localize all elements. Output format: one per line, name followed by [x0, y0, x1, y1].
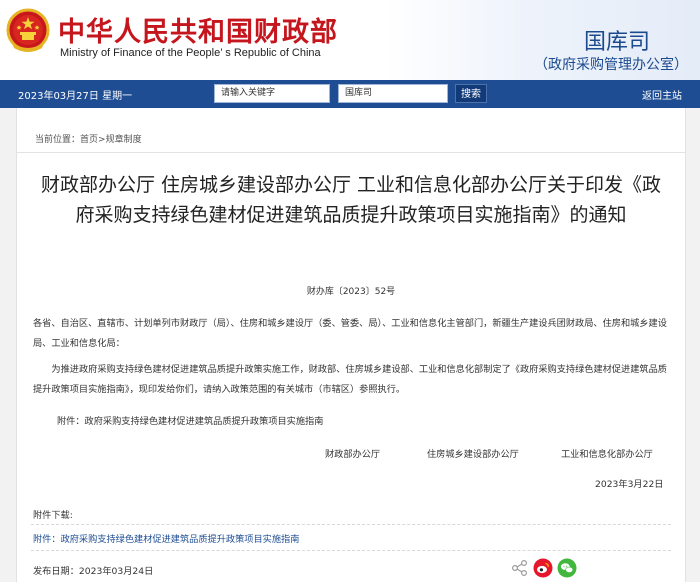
share-bar	[511, 558, 577, 582]
article-title: 财政部办公厅 住房城乡建设部办公厅 工业和信息化部办公厅关于印发《政府采购支持绿…	[40, 174, 662, 226]
breadcrumb-prefix: 当前位置：	[35, 135, 81, 145]
department-subtitle: （政府采购管理办公室）	[534, 57, 688, 73]
search-input[interactable]: 请输入关键字	[214, 84, 330, 103]
attachment-note: 附件：政府采购支持绿色建材促进建筑品质提升政策项目实施指南	[57, 416, 324, 427]
site-title-en: Ministry of Finance of the People’ s Rep…	[60, 47, 321, 59]
document-number: 财办库〔2023〕52号	[306, 287, 396, 297]
article-body: 为推进政府采购支持绿色建材促进建筑品质提升政策实施工作，财政部、住房城乡建设部、…	[33, 364, 667, 395]
downloads-divider	[31, 524, 671, 525]
sign-date: 2023年3月22日	[595, 479, 664, 490]
publish-date: 发布日期：2023年03月24日	[33, 566, 154, 577]
content-panel: 当前位置：首页>规章制度 财政部办公厅 住房城乡建设部办公厅 工业和信息化部办公…	[16, 108, 686, 582]
nav-bar: 2023年03月27日 星期一 请输入关键字 国库司 搜索 返回主站	[0, 80, 700, 108]
signer-miit: 工业和信息化部办公厅	[561, 449, 653, 460]
breadcrumb-separator: >	[98, 135, 106, 145]
breadcrumb-current-link[interactable]: 规章制度	[106, 135, 142, 145]
breadcrumb: 当前位置：首页>规章制度	[35, 132, 142, 145]
weibo-icon[interactable]	[533, 558, 553, 582]
search-button[interactable]: 搜索	[455, 84, 487, 103]
signer-mohurd: 住房城乡建设部办公厅	[427, 449, 519, 460]
national-emblem-icon	[6, 8, 50, 52]
downloads-divider-bottom	[31, 550, 671, 551]
site-header: 中华人民共和国财政部 Ministry of Finance of the Pe…	[0, 0, 700, 80]
breadcrumb-home-link[interactable]: 首页	[80, 135, 98, 145]
article-recipients: 各省、自治区、直辖市、计划单列市财政厅（局）、住房和城乡建设厅（委、管委、局）、…	[33, 318, 667, 349]
share-icon[interactable]	[511, 559, 529, 581]
search-scope-select[interactable]: 国库司	[338, 84, 448, 103]
download-item-label: 附件：	[33, 534, 61, 545]
wechat-icon[interactable]	[557, 558, 577, 582]
department-name: 国库司	[583, 30, 650, 55]
download-item: 附件：政府采购支持绿色建材促进建筑品质提升政策项目实施指南	[33, 531, 299, 545]
downloads-label: 附件下载:	[33, 510, 73, 521]
return-home-link[interactable]: 返回主站	[642, 87, 682, 102]
breadcrumb-divider	[17, 152, 685, 153]
current-date: 2023年03月27日 星期一	[18, 91, 133, 102]
site-title-cn: 中华人民共和国财政部	[58, 17, 338, 48]
download-attachment-link[interactable]: 政府采购支持绿色建材促进建筑品质提升政策项目实施指南	[61, 534, 300, 545]
signer-mof: 财政部办公厅	[325, 449, 381, 460]
